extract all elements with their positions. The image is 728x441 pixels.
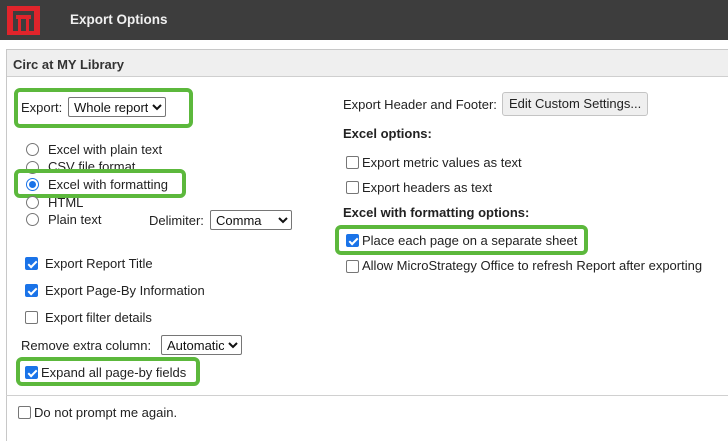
radio-excel-plain-text[interactable] xyxy=(26,143,39,156)
footer-divider xyxy=(6,395,728,396)
radio-excel-formatting-label: Excel with formatting xyxy=(48,177,168,192)
checkbox-allow-office-refresh[interactable] xyxy=(346,260,359,273)
radio-html-label: HTML xyxy=(48,195,84,210)
checkbox-allow-office-refresh-label: Allow MicroStrategy Office to refresh Re… xyxy=(362,258,703,273)
export-label: Export: xyxy=(21,100,63,115)
header-footer-label: Export Header and Footer: xyxy=(343,97,497,112)
checkbox-export-filter-details-label: Export filter details xyxy=(45,310,152,325)
delimiter-select[interactable]: Comma xyxy=(210,210,292,230)
checkbox-separate-sheet-label: Place each page on a separate sheet xyxy=(362,233,578,248)
export-scope-select[interactable]: Whole report xyxy=(68,97,166,117)
remove-column-select[interactable]: Automatic xyxy=(161,335,242,355)
checkbox-export-report-title[interactable] xyxy=(25,257,38,270)
radio-html[interactable] xyxy=(26,196,39,209)
checkbox-expand-pageby[interactable] xyxy=(25,366,38,379)
checkbox-metric-values-text-label: Export metric values as text xyxy=(362,155,522,170)
app-title: Export Options xyxy=(70,12,168,27)
title-bar: Export Options xyxy=(0,0,728,40)
radio-plain-text[interactable] xyxy=(26,213,39,226)
checkbox-export-pageby-info-label: Export Page-By Information xyxy=(45,283,205,298)
checkbox-expand-pageby-label: Expand all page-by fields xyxy=(41,365,187,380)
excel-formatting-options-title: Excel with formatting options: xyxy=(343,205,530,220)
radio-excel-formatting[interactable] xyxy=(26,178,39,191)
edit-custom-settings-button[interactable]: Edit Custom Settings... xyxy=(502,92,649,116)
microstrategy-logo-icon xyxy=(7,6,40,35)
panel-header: Circ at MY Library xyxy=(7,50,728,77)
radio-plain-text-label: Plain text xyxy=(48,212,102,227)
checkbox-separate-sheet[interactable] xyxy=(346,234,359,247)
delimiter-label: Delimiter: xyxy=(149,213,204,228)
checkbox-do-not-prompt[interactable] xyxy=(18,406,31,419)
checkbox-export-report-title-label: Export Report Title xyxy=(45,256,153,271)
checkbox-do-not-prompt-label: Do not prompt me again. xyxy=(34,405,178,420)
radio-excel-plain-text-label: Excel with plain text xyxy=(48,142,163,157)
checkbox-export-pageby-info[interactable] xyxy=(25,284,38,297)
checkbox-headers-text-label: Export headers as text xyxy=(362,180,493,195)
checkbox-export-filter-details[interactable] xyxy=(25,311,38,324)
panel-title: Circ at MY Library xyxy=(13,57,125,72)
checkbox-metric-values-text[interactable] xyxy=(346,156,359,169)
remove-column-label: Remove extra column: xyxy=(21,338,152,353)
excel-options-title: Excel options: xyxy=(343,126,432,141)
checkbox-headers-text[interactable] xyxy=(346,181,359,194)
